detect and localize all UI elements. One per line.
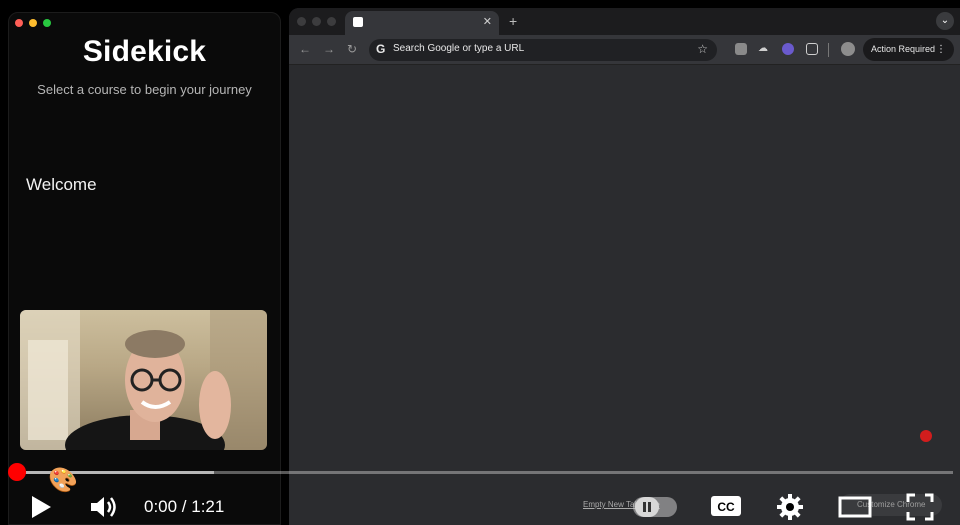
progress-buffered: [17, 471, 214, 474]
play-icon[interactable]: [30, 495, 52, 519]
gear-icon[interactable]: [776, 493, 804, 521]
back-icon[interactable]: ←: [299, 42, 311, 56]
fullscreen-icon[interactable]: [906, 493, 934, 521]
browser-tab[interactable]: ✕: [345, 11, 499, 35]
window-controls: [15, 19, 51, 27]
closed-captions-icon[interactable]: CC: [710, 494, 742, 518]
volume-icon[interactable]: [90, 495, 118, 519]
tab-close-icon[interactable]: ✕: [483, 15, 492, 28]
video-progress-bar[interactable]: [17, 471, 953, 474]
sidekick-app-window: Sidekick Select a course to begin your j…: [8, 12, 281, 525]
minimize-window-button[interactable]: [29, 19, 37, 27]
toolbar-divider: [828, 43, 829, 57]
zoom-window-button[interactable]: [43, 19, 51, 27]
browser-window: ✕ + ⌄ ← → ↻ G Search Google or type a UR…: [289, 8, 960, 525]
browser-toolbar: ← → ↻ G Search Google or type a URL ☆ ☁ …: [289, 35, 960, 65]
more-vert-icon[interactable]: ⋮: [936, 38, 946, 61]
webcam-feed: [20, 310, 267, 450]
omnibox[interactable]: G Search Google or type a URL ☆: [369, 39, 717, 61]
extensions-puzzle-icon[interactable]: [806, 43, 818, 55]
pause-icon: [635, 497, 659, 517]
app-subtitle: Select a course to begin your journey: [37, 82, 252, 97]
omnibox-placeholder: Search Google or type a URL: [393, 43, 525, 54]
browser-window-controls: [297, 17, 336, 26]
tab-strip: ✕ + ⌄: [289, 8, 960, 35]
google-icon: G: [376, 42, 386, 56]
progress-scrubber-handle[interactable]: [8, 463, 26, 481]
action-required-button[interactable]: Action Required ⋮: [863, 38, 954, 61]
time-display: 0:00 / 1:21: [144, 497, 225, 516]
extension-purple-icon[interactable]: [782, 43, 794, 55]
welcome-heading: Welcome: [26, 175, 97, 194]
profile-avatar[interactable]: [841, 42, 855, 56]
extension-shield-icon[interactable]: [735, 43, 747, 55]
tab-search-chevron-icon[interactable]: ⌄: [936, 12, 954, 30]
action-required-label: Action Required: [871, 44, 936, 54]
browser-close-button[interactable]: [297, 17, 306, 26]
app-title: Sidekick: [82, 35, 207, 68]
new-tab-page: Empty New Tab Page Customize Chrome: [289, 66, 960, 525]
bookmark-star-icon[interactable]: ☆: [697, 42, 708, 56]
new-tab-icon[interactable]: +: [509, 13, 517, 29]
close-window-button[interactable]: [15, 19, 23, 27]
theater-mode-icon[interactable]: [838, 495, 872, 519]
browser-zoom-button[interactable]: [327, 17, 336, 26]
reload-icon[interactable]: ↻: [347, 42, 357, 56]
recording-dot-icon: [920, 430, 932, 442]
autoplay-toggle[interactable]: [633, 497, 677, 517]
video-controls: 0:00 / 1:21 CC: [0, 485, 960, 525]
browser-minimize-button[interactable]: [312, 17, 321, 26]
tab-favicon-icon: [353, 17, 363, 27]
svg-text:CC: CC: [717, 500, 735, 514]
forward-icon[interactable]: →: [323, 42, 335, 56]
extension-cloud-icon[interactable]: ☁: [758, 43, 770, 55]
